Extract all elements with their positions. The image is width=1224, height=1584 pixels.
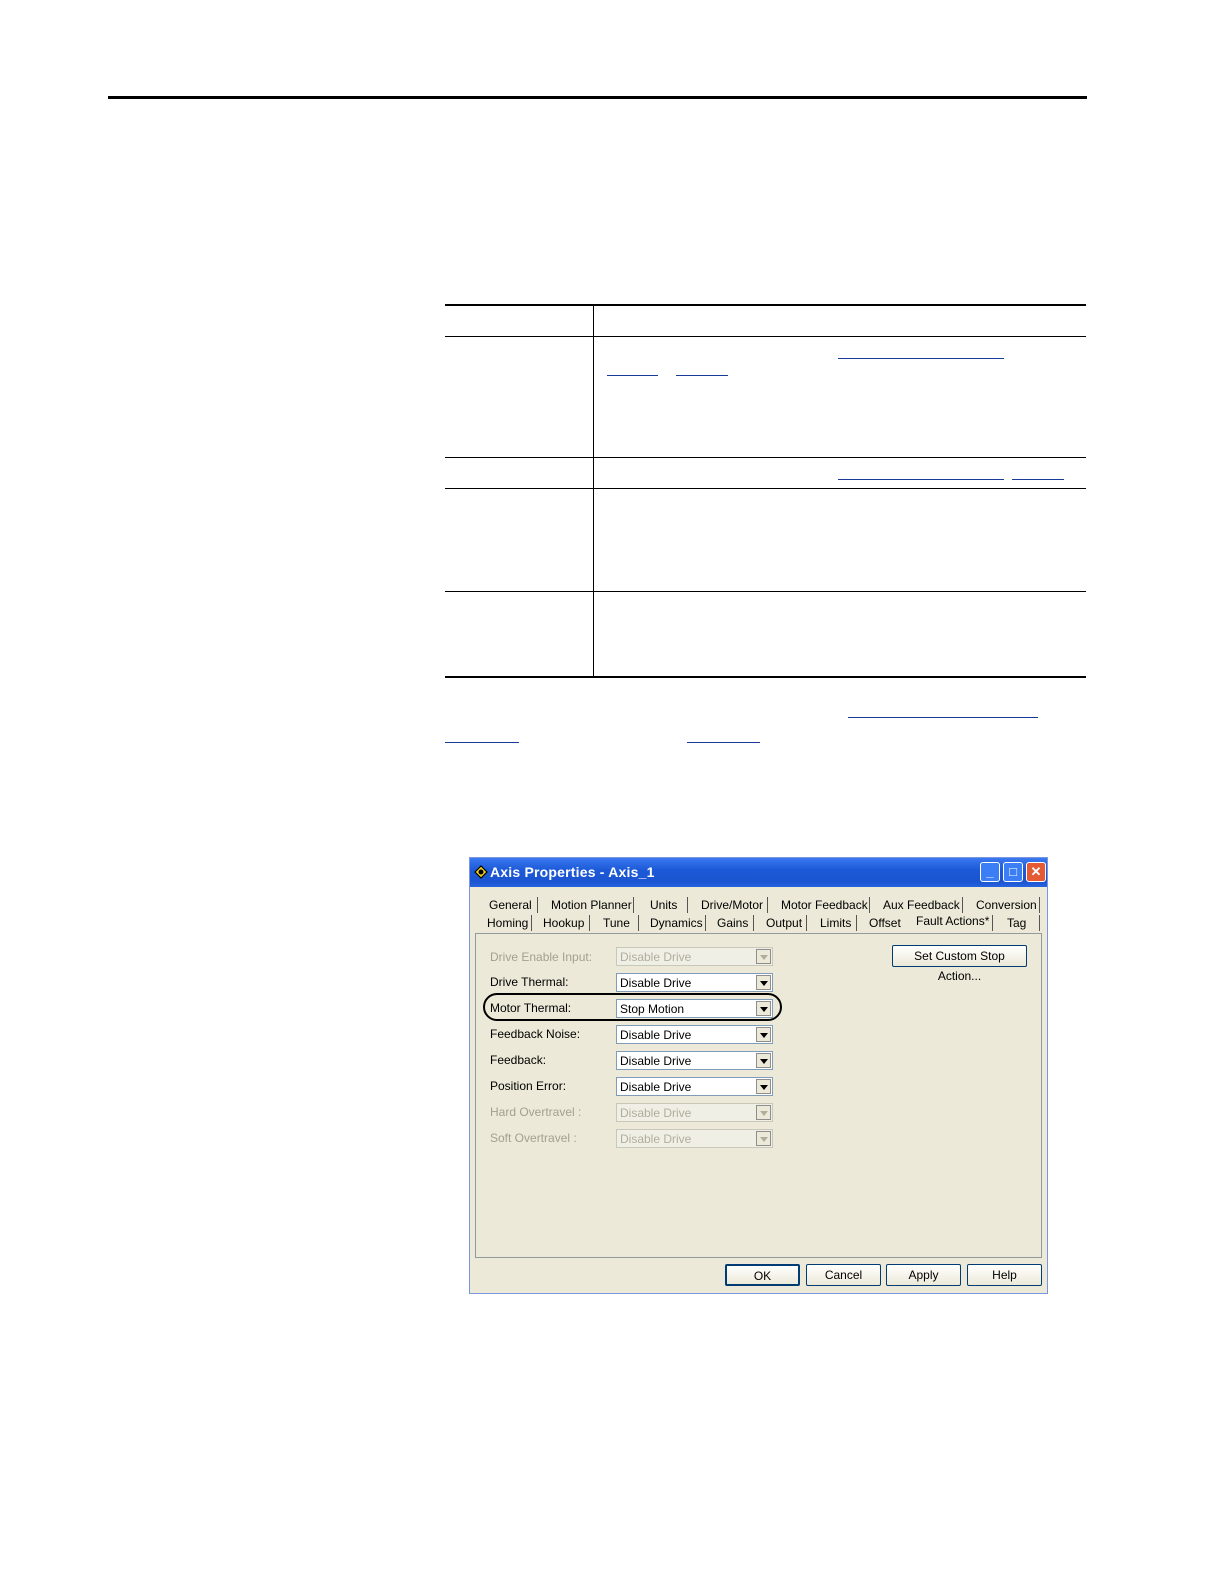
tab-limits[interactable]: Limits xyxy=(820,914,851,932)
tab-separator xyxy=(856,915,857,931)
tab-tune[interactable]: Tune xyxy=(603,914,630,932)
chevron-down-icon[interactable] xyxy=(756,975,771,990)
help-button[interactable]: Help xyxy=(967,1264,1042,1286)
position-error-label: Position Error: xyxy=(490,1079,567,1093)
title-bar[interactable]: Axis Properties - Axis_1 _ □ ✕ xyxy=(470,858,1047,887)
tab-dynamics[interactable]: Dynamics xyxy=(650,914,703,932)
motor-thermal-label: Motor Thermal: xyxy=(490,1001,572,1015)
tab-units[interactable]: Units xyxy=(650,896,677,914)
chevron-down-icon[interactable] xyxy=(756,1001,771,1016)
table-header-rule xyxy=(445,336,1086,337)
motor-thermal-select[interactable]: Stop Motion xyxy=(616,999,773,1018)
feedback-select[interactable]: Disable Drive xyxy=(616,1051,773,1070)
soft-overtravel-select: Disable Drive xyxy=(616,1129,773,1148)
link-underline[interactable] xyxy=(607,375,658,376)
tab-output[interactable]: Output xyxy=(766,914,802,932)
drive-enable-input-select: Disable Drive xyxy=(616,947,773,966)
fault-actions-panel: Drive Enable Input: Disable Drive Drive … xyxy=(475,933,1042,1258)
drive-enable-input-label: Drive Enable Input: xyxy=(490,950,593,964)
link-underline[interactable] xyxy=(838,479,1004,480)
chevron-down-icon xyxy=(756,1131,771,1146)
table-top-rule xyxy=(445,304,1086,306)
chevron-down-icon xyxy=(756,1105,771,1120)
apply-button[interactable]: Apply xyxy=(886,1264,961,1286)
tab-separator xyxy=(638,915,639,931)
tab-fault-actions[interactable]: Fault Actions* xyxy=(916,912,989,930)
set-custom-stop-action-button[interactable]: Set Custom Stop Action... xyxy=(892,945,1027,983)
select-value: Disable Drive xyxy=(620,1080,692,1094)
link-underline[interactable] xyxy=(687,742,760,743)
tab-offset[interactable]: Offset xyxy=(869,914,901,932)
minimize-icon: _ xyxy=(986,864,994,879)
page-top-rule xyxy=(108,96,1087,99)
tab-separator xyxy=(537,897,538,913)
tab-separator xyxy=(992,915,993,931)
maximize-icon: □ xyxy=(1009,864,1017,879)
tab-motion-planner[interactable]: Motion Planner xyxy=(551,896,632,914)
link-underline[interactable] xyxy=(445,742,519,743)
feedback-noise-label: Feedback Noise: xyxy=(490,1027,581,1041)
select-value: Disable Drive xyxy=(620,1028,692,1042)
hard-overtravel-label: Hard Overtravel : xyxy=(490,1105,582,1119)
ok-button[interactable]: OK xyxy=(725,1264,800,1286)
tab-drive-motor[interactable]: Drive/Motor xyxy=(701,896,763,914)
tab-separator xyxy=(531,915,532,931)
link-underline[interactable] xyxy=(1012,479,1064,480)
axis-properties-dialog: Axis Properties - Axis_1 _ □ ✕ General M… xyxy=(469,857,1048,1294)
tab-separator xyxy=(705,915,706,931)
tab-general[interactable]: General xyxy=(489,896,532,914)
tab-separator xyxy=(1039,915,1040,931)
select-value: Disable Drive xyxy=(620,1132,692,1146)
tab-separator xyxy=(1039,897,1040,913)
tab-homing[interactable]: Homing xyxy=(487,914,528,932)
tab-gains[interactable]: Gains xyxy=(717,914,748,932)
close-button[interactable]: ✕ xyxy=(1026,862,1046,882)
select-value: Disable Drive xyxy=(620,1106,692,1120)
maximize-button[interactable]: □ xyxy=(1003,862,1023,882)
axis-icon xyxy=(474,865,488,879)
chevron-down-icon[interactable] xyxy=(756,1053,771,1068)
tab-motor-feedback[interactable]: Motor Feedback xyxy=(781,896,868,914)
tab-hookup[interactable]: Hookup xyxy=(543,914,584,932)
tab-separator xyxy=(753,915,754,931)
select-value: Stop Motion xyxy=(620,1002,685,1016)
link-underline[interactable] xyxy=(848,717,1038,718)
table-row-rule xyxy=(445,591,1086,592)
link-underline[interactable] xyxy=(676,375,728,376)
link-underline[interactable] xyxy=(838,358,1004,359)
soft-overtravel-label: Soft Overtravel : xyxy=(490,1131,577,1145)
feedback-noise-select[interactable]: Disable Drive xyxy=(616,1025,773,1044)
tab-tag[interactable]: Tag xyxy=(1007,914,1026,932)
tab-separator xyxy=(589,915,590,931)
hard-overtravel-select: Disable Drive xyxy=(616,1103,773,1122)
tab-separator xyxy=(806,915,807,931)
chevron-down-icon[interactable] xyxy=(756,1079,771,1094)
cancel-button[interactable]: Cancel xyxy=(806,1264,881,1286)
position-error-select[interactable]: Disable Drive xyxy=(616,1077,773,1096)
drive-thermal-select[interactable]: Disable Drive xyxy=(616,973,773,992)
table-column-divider xyxy=(593,305,594,677)
tab-separator xyxy=(869,897,870,913)
feedback-label: Feedback: xyxy=(490,1053,547,1067)
chevron-down-icon xyxy=(756,949,771,964)
tab-separator xyxy=(633,897,634,913)
tab-separator xyxy=(687,897,688,913)
select-value: Disable Drive xyxy=(620,950,692,964)
table-row-rule xyxy=(445,488,1086,489)
select-value: Disable Drive xyxy=(620,1054,692,1068)
dialog-title: Axis Properties - Axis_1 xyxy=(490,864,655,880)
chevron-down-icon[interactable] xyxy=(756,1027,771,1042)
select-value: Disable Drive xyxy=(620,976,692,990)
drive-thermal-label: Drive Thermal: xyxy=(490,975,569,989)
table-bottom-rule xyxy=(445,676,1086,678)
table-row-rule xyxy=(445,457,1086,458)
tab-separator xyxy=(962,897,963,913)
minimize-button[interactable]: _ xyxy=(980,862,1000,882)
tab-separator xyxy=(767,897,768,913)
close-icon: ✕ xyxy=(1030,864,1042,879)
